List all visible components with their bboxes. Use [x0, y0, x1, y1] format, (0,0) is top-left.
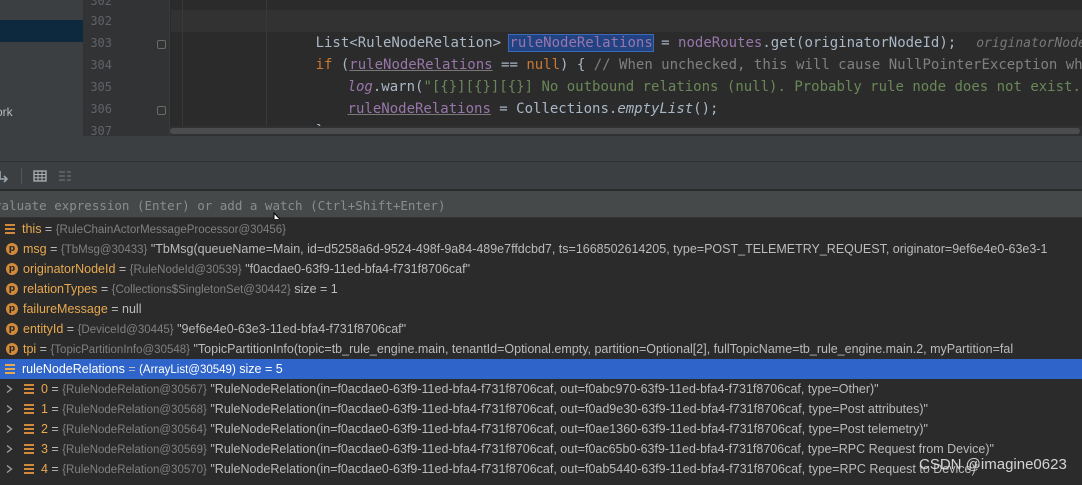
- variable-row[interactable]: p tpi = {TopicPartitionInfo@30548} "Topi…: [0, 339, 1082, 359]
- line-number: 305: [90, 80, 112, 94]
- variable-name: originatorNodeId: [23, 262, 116, 276]
- object-icon: [24, 384, 34, 394]
- field-icon: p: [6, 303, 18, 315]
- variable-reference: {TbMsg@30433}: [60, 244, 148, 256]
- field-icon: p: [6, 323, 18, 335]
- variable-reference: {RuleNodeRelation@30569}: [62, 444, 207, 456]
- variable-value: "9ef6e4e0-63e3-11ed-bfa4-f731f8706caf": [177, 322, 407, 336]
- variable-reference: {RuleNodeRelation@30568}: [62, 404, 207, 416]
- variable-name: failureMessage: [23, 302, 108, 316]
- scrollbar-thumb[interactable]: [170, 128, 1080, 134]
- variable-name: 3: [41, 442, 48, 456]
- list-icon: [5, 364, 15, 374]
- variable-name: ruleNodeRelations: [22, 362, 125, 376]
- variable-row[interactable]: p relationTypes = {Collections$Singleton…: [0, 279, 1082, 299]
- variable-value: null: [122, 302, 142, 316]
- object-icon: [24, 464, 34, 474]
- indent-guide: [182, 0, 183, 136]
- field-icon: p: [6, 243, 18, 255]
- chevron-right-icon[interactable]: [6, 445, 13, 453]
- variable-reference: {TopicPartitionInfo@30548}: [50, 344, 191, 356]
- variable-name: 1: [41, 402, 48, 416]
- variable-reference: {RuleNodeRelation@30567}: [62, 384, 207, 396]
- chevron-right-icon[interactable]: [6, 385, 13, 393]
- toolbar-divider: [21, 168, 22, 184]
- code-token-method: emptyList: [617, 101, 694, 117]
- variable-value: "TbMsg(queueName=Main, id=d5258a6d-9524-…: [150, 242, 1048, 256]
- debug-toolbar: [0, 162, 1082, 190]
- fold-marker-icon[interactable]: [157, 106, 166, 115]
- evaluate-expression-input[interactable]: [0, 196, 1082, 214]
- variable-name: this: [22, 222, 42, 236]
- project-tree-panel[interactable]: ork: [0, 0, 84, 136]
- table-view-icon[interactable]: [32, 168, 48, 184]
- code-token: = Collections.: [490, 101, 618, 117]
- variable-reference: {RuleChainActorMessageProcessor@30456}: [55, 224, 287, 236]
- object-icon: [24, 404, 34, 414]
- line-number: 302: [90, 14, 112, 28]
- variable-name: entityId: [23, 322, 64, 336]
- field-icon: p: [6, 283, 18, 295]
- watermark: CSDN @imagine0623: [919, 456, 1067, 473]
- variable-row-selected[interactable]: ruleNodeRelations = (ArrayList@30549) si…: [0, 359, 1082, 379]
- code-token: ();: [693, 101, 719, 117]
- list-element-row[interactable]: 0 = {RuleNodeRelation@30567} "RuleNodeRe…: [0, 379, 1082, 399]
- list-element-row[interactable]: 1 = {RuleNodeRelation@30568} "RuleNodeRe…: [0, 399, 1082, 419]
- variable-value: size = 5: [239, 362, 283, 376]
- line-number: 304: [90, 58, 112, 72]
- variable-reference: {DeviceId@30445}: [77, 324, 174, 336]
- variable-name: tpi: [23, 342, 37, 356]
- variable-row[interactable]: p entityId = {DeviceId@30445} "9ef6e4e0-…: [0, 319, 1082, 339]
- object-icon: [24, 444, 34, 454]
- project-tree-selected-item[interactable]: [0, 20, 83, 42]
- code-editor[interactable]: ork 302 302 303 304 305 306 307 List<Rul…: [0, 0, 1082, 136]
- variable-reference: {RuleNodeId@30539}: [129, 264, 242, 276]
- variable-row[interactable]: p msg = {TbMsg@30433} "TbMsg(queueName=M…: [0, 239, 1082, 259]
- variable-name: 0: [41, 382, 48, 396]
- variable-value: "TopicPartitionInfo(topic=tb_rule_engine…: [193, 342, 1014, 356]
- variable-value: size = 1: [294, 282, 338, 296]
- line-number: 306: [90, 102, 112, 116]
- code-area[interactable]: List<RuleNodeRelation> ruleNodeRelations…: [171, 0, 1082, 136]
- variable-value: "f0acdae0-63f9-11ed-bfa4-f731f8706caf": [245, 262, 471, 276]
- variable-row[interactable]: p failureMessage = null: [0, 299, 1082, 319]
- chevron-right-icon[interactable]: [6, 405, 13, 413]
- variable-value: "RuleNodeRelation(in=f0acdae0-63f9-11ed-…: [210, 422, 928, 436]
- variable-row[interactable]: p originatorNodeId = {RuleNodeId@30539} …: [0, 259, 1082, 279]
- variable-reference: {RuleNodeRelation@30570}: [62, 464, 207, 476]
- variable-name: 2: [41, 422, 48, 436]
- chevron-right-icon[interactable]: [6, 465, 13, 473]
- variable-value: "RuleNodeRelation(in=f0acdae0-63f9-11ed-…: [210, 382, 879, 396]
- line-number: 307: [90, 124, 112, 136]
- evaluate-expression-bar[interactable]: [0, 191, 1082, 218]
- variable-value: "RuleNodeRelation(in=f0acdae0-63f9-11ed-…: [210, 402, 928, 416]
- line-number: 303: [90, 36, 112, 50]
- variable-value: "RuleNodeRelation(in=f0acdae0-63f9-11ed-…: [210, 442, 994, 456]
- list-element-row[interactable]: 2 = {RuleNodeRelation@30564} "RuleNodeRe…: [0, 419, 1082, 439]
- variable-name: 4: [41, 462, 48, 476]
- variables-tree[interactable]: this = {RuleChainActorMessageProcessor@3…: [0, 219, 1082, 485]
- field-icon: p: [6, 263, 18, 275]
- project-tree-item-label[interactable]: ork: [0, 105, 13, 119]
- layout-settings-icon[interactable]: [57, 168, 73, 184]
- fold-marker-icon[interactable]: [157, 40, 166, 49]
- chevron-right-icon[interactable]: [6, 425, 13, 433]
- field-icon: p: [6, 343, 18, 355]
- object-icon: [5, 224, 15, 234]
- variable-name: msg: [23, 242, 47, 256]
- variable-value: "RuleNodeRelation(in=f0acdae0-63f9-11ed-…: [210, 462, 981, 476]
- code-token-variable: ruleNodeRelations: [347, 101, 491, 117]
- step-into-icon[interactable]: [0, 168, 12, 184]
- variable-reference: {Collections$SingletonSet@30442}: [111, 284, 291, 296]
- debug-panel-header: [0, 136, 1082, 162]
- line-number: 302: [90, 0, 112, 8]
- variable-row[interactable]: this = {RuleChainActorMessageProcessor@3…: [0, 219, 1082, 239]
- object-icon: [24, 424, 34, 434]
- editor-horizontal-scrollbar[interactable]: [170, 126, 1082, 136]
- variable-reference: {RuleNodeRelation@30564}: [62, 424, 207, 436]
- variable-name: relationTypes: [23, 282, 98, 296]
- variable-reference: (ArrayList@30549): [139, 364, 236, 376]
